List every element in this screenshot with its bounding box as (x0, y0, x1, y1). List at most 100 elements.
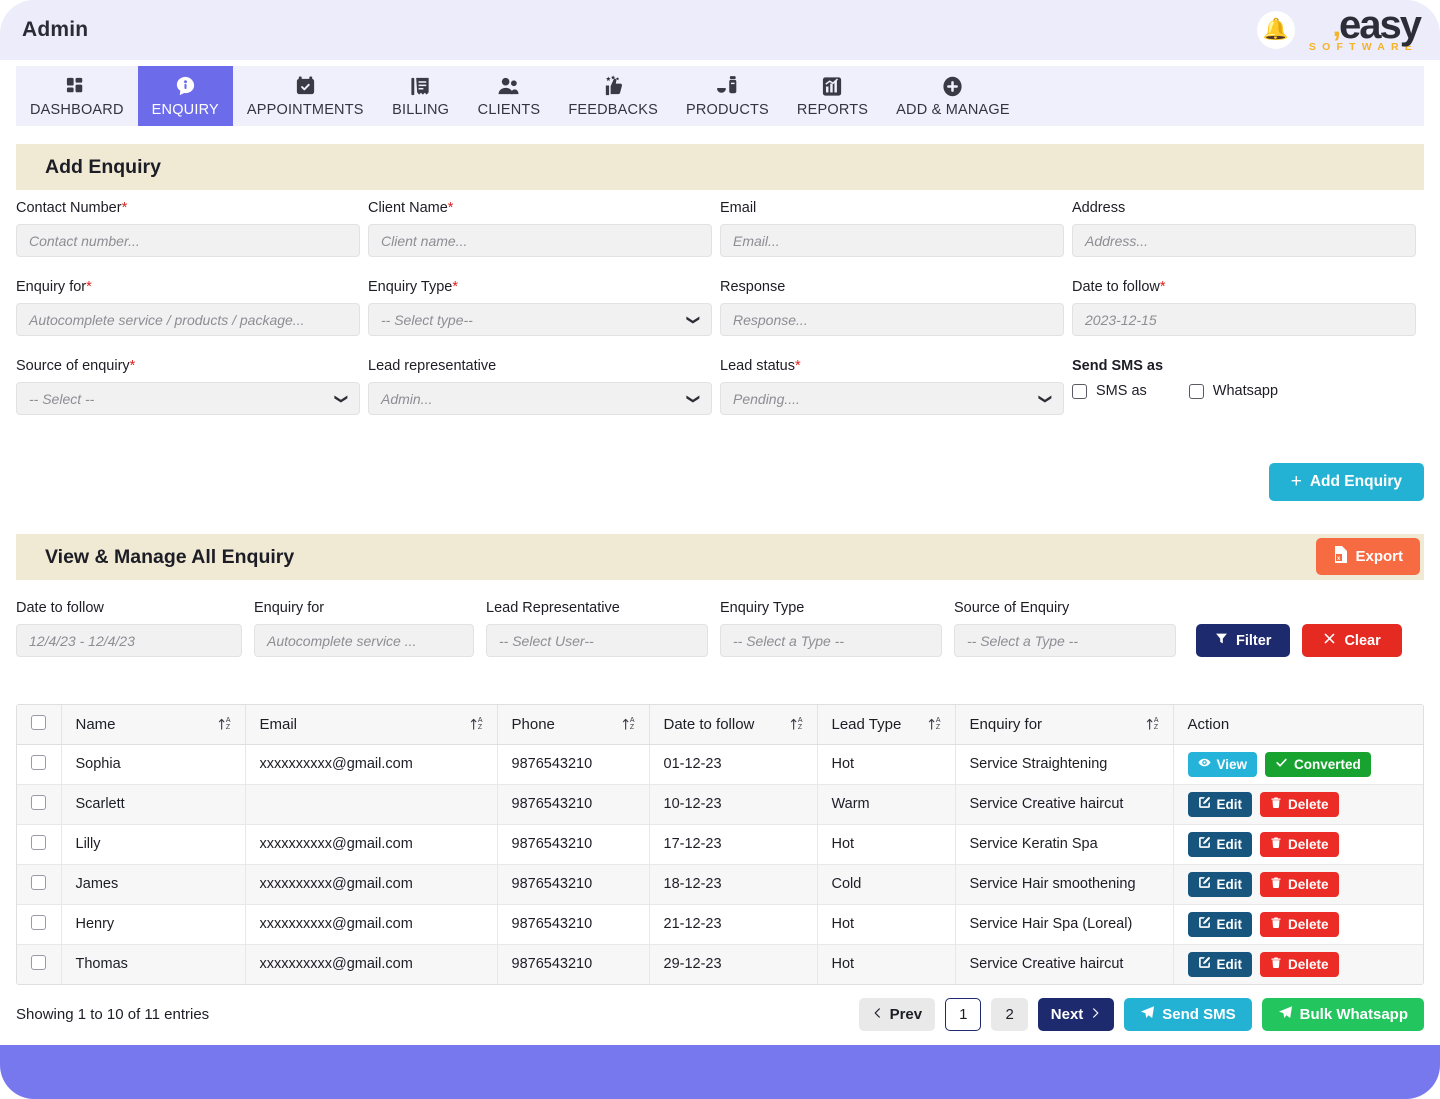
input-placeholder: Pending.... (733, 391, 800, 407)
delete-button[interactable]: Delete (1260, 952, 1339, 977)
row-select-cell (17, 824, 61, 864)
table-header-date-to-follow[interactable]: Date to followAZ (649, 705, 817, 744)
page-button-1[interactable]: 1 (945, 998, 981, 1031)
input-lead-representative[interactable]: Admin...❯ (368, 382, 712, 415)
eye-icon (1198, 756, 1211, 772)
row-checkbox[interactable] (31, 755, 46, 770)
row-checkbox[interactable] (31, 795, 46, 810)
nav-item-add-manage[interactable]: ADD & MANAGE (882, 66, 1024, 126)
input-lead-status[interactable]: Pending....❯ (720, 382, 1064, 415)
filter-action-buttons: Filter Clear (1196, 624, 1402, 657)
edit-button[interactable]: Edit (1188, 912, 1253, 937)
filter-field-source-of-enquiry: Source of Enquiry-- Select a Type -- (954, 600, 1188, 657)
edit-button[interactable]: Edit (1188, 872, 1253, 897)
info-bubble-icon (174, 75, 197, 99)
converted-button[interactable]: Converted (1265, 752, 1371, 777)
row-checkbox[interactable] (31, 835, 46, 850)
input-enquiry-type[interactable]: -- Select type--❯ (368, 303, 712, 336)
table-header-phone[interactable]: PhoneAZ (497, 705, 649, 744)
export-button[interactable]: x Export (1316, 538, 1420, 575)
notification-bell-button[interactable]: 🔔 (1257, 11, 1295, 49)
sort-icon[interactable]: AZ (928, 717, 941, 731)
bulk-whatsapp-button[interactable]: Bulk Whatsapp (1262, 998, 1424, 1031)
input-client-name[interactable]: Client name... (368, 224, 712, 257)
header-right-group: 🔔 ,easy SOFTWARE (1257, 7, 1420, 53)
input-placeholder: Client name... (381, 233, 467, 249)
cell-email: xxxxxxxxxx@gmail.com (245, 864, 497, 904)
select-all-checkbox[interactable] (31, 715, 46, 730)
page-button-2[interactable]: 2 (991, 998, 1027, 1031)
sort-icon[interactable]: AZ (470, 717, 483, 731)
checkbox-box[interactable] (1072, 384, 1087, 399)
filter-input-date-to-follow[interactable]: 12/4/23 - 12/4/23 (16, 624, 242, 657)
input-date-to-follow[interactable]: 2023-12-15 (1072, 303, 1416, 336)
checkbox-sms-as[interactable]: SMS as (1072, 383, 1147, 399)
pencil-square-icon (1198, 876, 1211, 892)
table-header-name[interactable]: NameAZ (61, 705, 245, 744)
nav-item-billing[interactable]: BILLING (378, 66, 464, 126)
delete-button[interactable]: Delete (1260, 912, 1339, 937)
nav-item-dashboard[interactable]: DASHBOARD (16, 66, 138, 126)
sort-icon[interactable]: AZ (622, 717, 635, 731)
trash-icon (1270, 876, 1282, 892)
nav-item-enquiry[interactable]: ENQUIRY (138, 66, 233, 126)
filter-input-source-of-enquiry[interactable]: -- Select a Type -- (954, 624, 1176, 657)
add-enquiry-button[interactable]: + Add Enquiry (1269, 463, 1424, 501)
clear-button[interactable]: Clear (1302, 624, 1401, 657)
row-checkbox[interactable] (31, 915, 46, 930)
delete-button[interactable]: Delete (1260, 832, 1339, 857)
row-checkbox[interactable] (31, 955, 46, 970)
filter-input-lead-representative[interactable]: -- Select User-- (486, 624, 708, 657)
nav-item-clients[interactable]: CLIENTS (464, 66, 555, 126)
sort-icon[interactable]: AZ (1146, 717, 1159, 731)
filter-label-date-to-follow: Date to follow (16, 600, 242, 616)
input-enquiry-for[interactable]: Autocomplete service / products / packag… (16, 303, 360, 336)
prev-page-button[interactable]: Prev (859, 998, 936, 1031)
form-field-date-to-follow: Date to follow*2023-12-15 (1072, 279, 1424, 336)
cell-date-to-follow: 17-12-23 (649, 824, 817, 864)
nav-item-label: ENQUIRY (152, 102, 219, 118)
send-sms-label: Send SMS (1162, 1006, 1235, 1023)
edit-button[interactable]: Edit (1188, 832, 1253, 857)
cell-phone: 9876543210 (497, 944, 649, 984)
nav-item-reports[interactable]: REPORTS (783, 66, 882, 126)
sort-icon[interactable]: AZ (790, 717, 803, 731)
checkbox-box[interactable] (1189, 384, 1204, 399)
input-source-of-enquiry[interactable]: -- Select --❯ (16, 382, 360, 415)
edit-button[interactable]: Edit (1188, 792, 1253, 817)
row-checkbox[interactable] (31, 875, 46, 890)
form-field-client-name: Client Name*Client name... (368, 200, 720, 257)
input-response[interactable]: Response... (720, 303, 1064, 336)
bulk-whatsapp-label: Bulk Whatsapp (1300, 1006, 1408, 1023)
label-response: Response (720, 279, 1062, 295)
input-address[interactable]: Address... (1072, 224, 1416, 257)
table-row: Sophiaxxxxxxxxxx@gmail.com987654321001-1… (17, 744, 1423, 784)
form-field-enquiry-type: Enquiry Type*-- Select type--❯ (368, 279, 720, 336)
filter-button-label: Filter (1236, 633, 1271, 649)
pagination-controls: Prev 12 Next Send SMS Bulk Whatsapp (859, 998, 1424, 1031)
nav-item-appointments[interactable]: APPOINTMENTS (233, 66, 378, 126)
table-header-enquiry-for[interactable]: Enquiry forAZ (955, 705, 1173, 744)
nav-item-label: CLIENTS (478, 102, 541, 118)
input-email[interactable]: Email... (720, 224, 1064, 257)
next-page-button[interactable]: Next (1038, 998, 1115, 1031)
filter-button[interactable]: Filter (1196, 624, 1290, 657)
cell-email: xxxxxxxxxx@gmail.com (245, 904, 497, 944)
table-header-lead-type[interactable]: Lead TypeAZ (817, 705, 955, 744)
send-sms-button[interactable]: Send SMS (1124, 998, 1251, 1031)
delete-button[interactable]: Delete (1260, 872, 1339, 897)
nav-item-products[interactable]: PRODUCTS (672, 66, 783, 126)
filter-value: Autocomplete service ... (267, 633, 416, 649)
sort-icon[interactable]: AZ (218, 717, 231, 731)
cell-action: Edit Delete (1173, 784, 1423, 824)
input-contact-number[interactable]: Contact number... (16, 224, 360, 257)
delete-button[interactable]: Delete (1260, 792, 1339, 817)
edit-button[interactable]: Edit (1188, 952, 1253, 977)
nav-item-feedbacks[interactable]: FEEDBACKS (554, 66, 672, 126)
filter-input-enquiry-type[interactable]: -- Select a Type -- (720, 624, 942, 657)
checkbox-whatsapp[interactable]: Whatsapp (1189, 383, 1278, 399)
view-button[interactable]: View (1188, 752, 1258, 777)
filter-input-enquiry-for[interactable]: Autocomplete service ... (254, 624, 474, 657)
nav-item-label: REPORTS (797, 102, 868, 118)
table-header-email[interactable]: EmailAZ (245, 705, 497, 744)
